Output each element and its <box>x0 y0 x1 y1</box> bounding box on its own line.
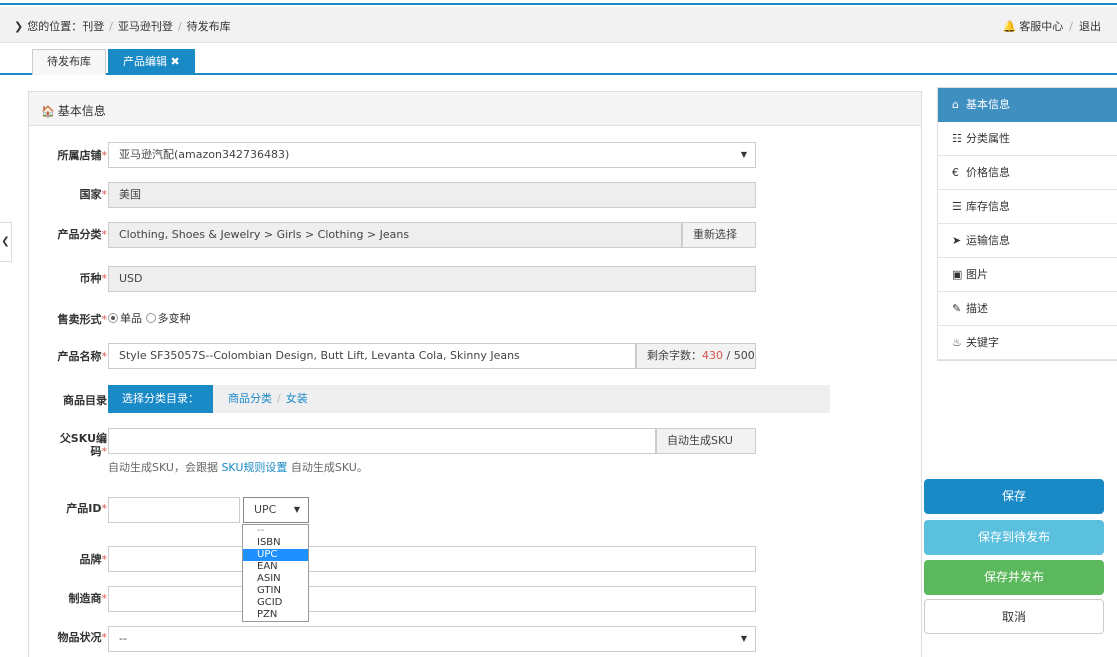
top-accent-line <box>0 0 1117 5</box>
brand-input[interactable] <box>108 546 756 572</box>
panel-header: 🏠 基本信息 <box>29 92 921 126</box>
manufacturer-input[interactable] <box>108 586 756 612</box>
basic-info-panel: 🏠 基本信息 所属店铺* 亚马逊汽配(amazon342736483) ▼ 国家* … <box>28 91 922 657</box>
sale-type-group: 单品 多变种 <box>108 310 191 326</box>
home-icon: 🏠 <box>41 105 55 118</box>
sku-hint: 自动生成SKU，会跟据 SKU规则设置 自动生成SKU。 <box>108 461 368 474</box>
id-type-option[interactable]: GCID <box>243 597 308 609</box>
section-nav: ⌂ 基本信息 ☷ 分类属性 € 价格信息 ☰ 库存信息 ➤ 运输信息 ▣ 图片 ✎ 描述 ♨ 关… <box>937 87 1117 361</box>
pencil-icon: ✎ <box>952 302 962 315</box>
support-link[interactable]: 客服中心 <box>1019 20 1063 33</box>
breadcrumb-prefix: 您的位置： <box>27 20 83 33</box>
id-type-option[interactable]: PZN <box>243 609 308 621</box>
top-bar: ❯ 您的位置：刊登 / 亚马逊刊登 / 待发布库 🔔 客服中心 / 退出 <box>0 7 1117 43</box>
fire-icon: ♨ <box>952 336 962 349</box>
manufacturer-label: 制造商* <box>68 592 108 605</box>
save-to-drafts-button[interactable]: 保存到待发布 <box>924 520 1104 555</box>
category-label: 产品分类* <box>57 228 108 241</box>
tab-bar: 待发布库 产品编辑 ✖ <box>0 43 1117 75</box>
currency-field: USD <box>108 266 756 292</box>
breadcrumb-item-publish[interactable]: 刊登 <box>82 20 104 33</box>
shop-label: 所属店铺* <box>57 149 108 162</box>
currency-label: 币种* <box>79 272 108 285</box>
bell-icon: 🔔 <box>1002 20 1017 33</box>
breadcrumb: ❯ 您的位置：刊登 / 亚马逊刊登 / 待发布库 <box>14 20 231 33</box>
product-name-input[interactable]: Style SF35057S--Colombian Design, Butt L… <box>108 343 636 369</box>
euro-icon: € <box>952 166 959 179</box>
chevron-right-icon: ❯ <box>14 20 24 33</box>
picture-icon: ▣ <box>952 268 963 281</box>
caret-down-icon: ▼ <box>740 634 747 643</box>
section-title: 基本信息 <box>57 104 106 118</box>
nav-images[interactable]: ▣ 图片 <box>938 258 1117 292</box>
id-type-option[interactable]: ISBN <box>243 537 308 549</box>
catalog-path: 商品分类 / 女装 <box>228 392 308 405</box>
product-id-type-select[interactable]: UPC ▼ <box>243 497 309 523</box>
brand-label: 品牌* <box>79 553 108 566</box>
top-right-links: 🔔 客服中心 / 退出 <box>1002 20 1101 33</box>
id-type-dropdown: -- ISBN UPC EAN ASIN GTIN GCID PZN <box>242 524 309 622</box>
tab-drafts[interactable]: 待发布库 <box>32 49 106 75</box>
nav-price-info[interactable]: € 价格信息 <box>938 156 1117 190</box>
id-type-option-selected[interactable]: UPC <box>243 549 308 561</box>
breadcrumb-item-amazon[interactable]: 亚马逊刊登 <box>118 20 173 33</box>
category-field: Clothing, Shoes & Jewelry > Girls > Clot… <box>108 222 682 248</box>
home-icon: ⌂ <box>952 98 959 111</box>
catalog-path-leaf[interactable]: 女装 <box>286 392 308 405</box>
catalog-path-root[interactable]: 商品分类 <box>228 392 272 405</box>
nav-keywords[interactable]: ♨ 关键字 <box>938 326 1117 360</box>
nav-inventory-info[interactable]: ☰ 库存信息 <box>938 190 1117 224</box>
caret-down-icon: ▼ <box>293 505 300 514</box>
save-button[interactable]: 保存 <box>924 479 1104 514</box>
id-type-option[interactable]: EAN <box>243 561 308 573</box>
parent-sku-input[interactable] <box>108 428 656 454</box>
catalog-label: 商品目录 <box>63 394 107 407</box>
product-id-input[interactable] <box>108 497 240 523</box>
shop-select[interactable]: 亚马逊汽配(amazon342736483) ▼ <box>108 142 756 168</box>
nav-shipping-info[interactable]: ➤ 运输信息 <box>938 224 1117 258</box>
send-icon: ➤ <box>952 234 962 247</box>
id-type-option[interactable]: -- <box>243 525 308 537</box>
single-radio[interactable] <box>108 313 118 323</box>
variant-radio[interactable] <box>145 313 156 323</box>
cancel-button[interactable]: 取消 <box>924 599 1104 634</box>
country-label: 国家* <box>79 188 108 201</box>
grid-icon: ☷ <box>952 132 962 145</box>
sku-rule-link[interactable]: SKU规则设置 <box>221 461 287 474</box>
collapse-toggle[interactable]: ❮ <box>0 222 12 262</box>
product-name-label: 产品名称* <box>57 350 108 363</box>
condition-select[interactable]: -- ▼ <box>108 626 756 652</box>
catalog-bar: 选择分类目录： 商品分类 / 女装 <box>108 385 830 413</box>
char-counter: 剩余字数：430 / 500 <box>636 343 756 369</box>
parent-sku-label: 父SKU编 码* <box>59 432 107 458</box>
nav-category-attributes[interactable]: ☷ 分类属性 <box>938 122 1117 156</box>
sale-type-label: 售卖形式* <box>57 313 108 326</box>
logout-link[interactable]: 退出 <box>1079 20 1101 33</box>
nav-basic-info[interactable]: ⌂ 基本信息 <box>938 88 1117 122</box>
chevron-left-icon: ❮ <box>1 236 10 247</box>
tab-product-edit[interactable]: 产品编辑 ✖ <box>108 49 195 75</box>
select-catalog-button[interactable]: 选择分类目录： <box>108 385 213 413</box>
list-icon: ☰ <box>952 200 962 213</box>
reselect-category-button[interactable]: 重新选择 <box>682 222 756 248</box>
product-id-label: 产品ID* <box>66 502 107 515</box>
id-type-option[interactable]: GTIN <box>243 585 308 597</box>
condition-label: 物品状况* <box>57 631 108 644</box>
country-field: 美国 <box>108 182 756 208</box>
auto-generate-sku-button[interactable]: 自动生成SKU <box>656 428 756 454</box>
caret-down-icon: ▼ <box>740 150 747 159</box>
save-and-publish-button[interactable]: 保存并发布 <box>924 560 1104 595</box>
id-type-option[interactable]: ASIN <box>243 573 308 585</box>
nav-description[interactable]: ✎ 描述 <box>938 292 1117 326</box>
breadcrumb-item-drafts[interactable]: 待发布库 <box>187 20 231 33</box>
